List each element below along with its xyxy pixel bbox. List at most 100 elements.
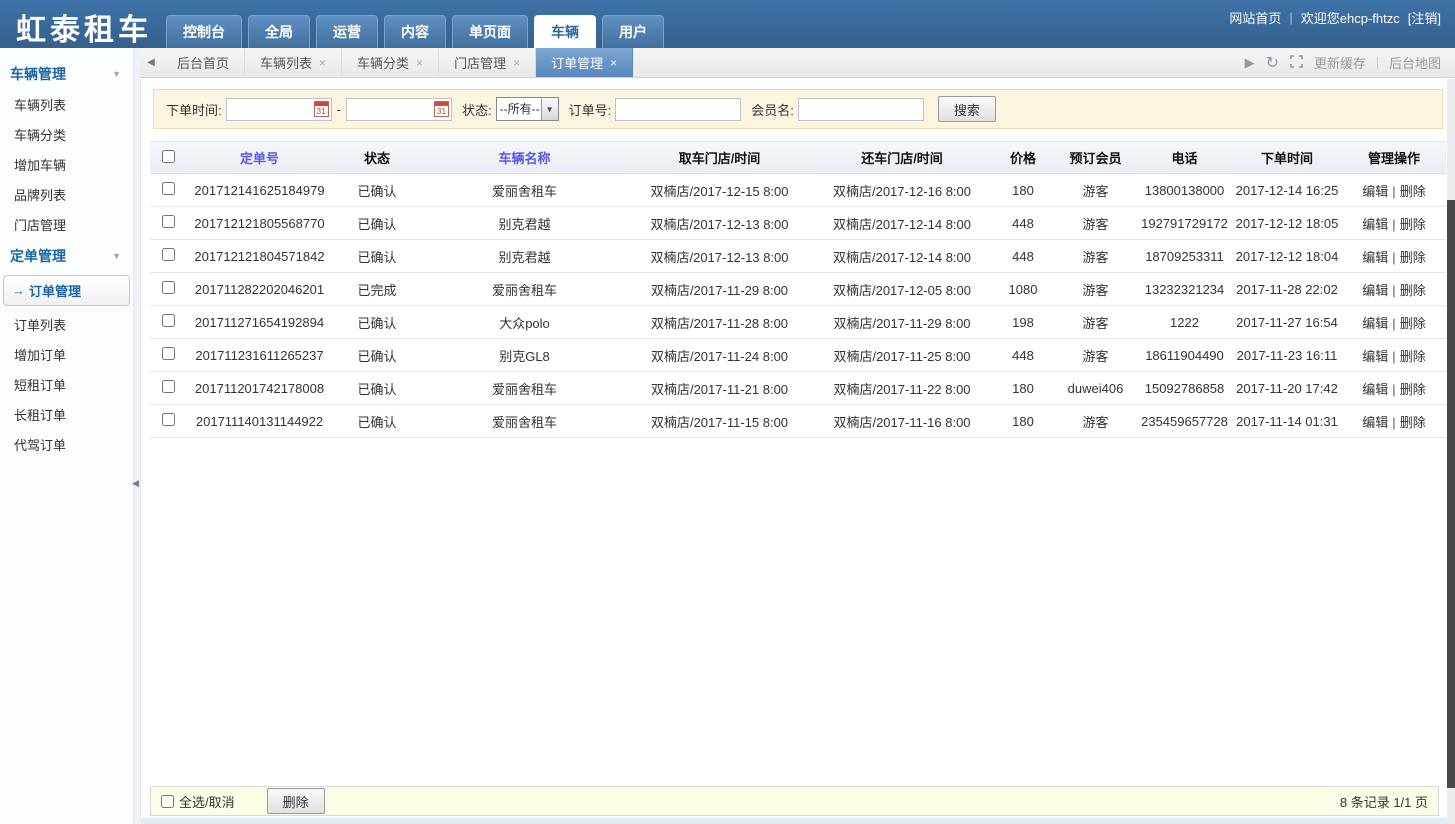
edit-link[interactable]: 编辑	[1362, 217, 1388, 232]
sidebar-item-0-0[interactable]: 车辆列表	[0, 90, 133, 120]
row-checkbox[interactable]	[162, 281, 175, 294]
delete-link[interactable]: 删除	[1400, 217, 1426, 232]
sidebar-item-1-3[interactable]: 短租订单	[0, 370, 133, 400]
tab-scroll-left-icon[interactable]: ◀	[140, 48, 162, 77]
logout-link[interactable]: [注销]	[1408, 8, 1441, 27]
header-checkbox[interactable]	[162, 150, 175, 163]
row-checkbox-cell	[150, 306, 187, 339]
cell-order_time: 2017-12-12 18:05	[1232, 207, 1342, 240]
chevron-down-icon[interactable]: ▼	[541, 98, 558, 120]
sidebar-item-label: 门店管理	[14, 218, 66, 233]
row-checkbox[interactable]	[162, 413, 175, 426]
cell-status: 已确认	[332, 405, 422, 438]
select-all-checkbox[interactable]	[161, 795, 174, 808]
scrollbar-thumb[interactable]	[1447, 200, 1455, 788]
row-checkbox[interactable]	[162, 215, 175, 228]
row-checkbox[interactable]	[162, 380, 175, 393]
edit-link[interactable]: 编辑	[1362, 316, 1388, 331]
close-icon[interactable]: ×	[319, 56, 326, 70]
sidebar-item-1-1[interactable]: 订单列表	[0, 310, 133, 340]
sitemap-link[interactable]: 后台地图	[1389, 53, 1441, 72]
sidebar-splitter[interactable]: ◀	[133, 48, 140, 824]
column-header-6: 预订会员	[1054, 142, 1137, 174]
search-button[interactable]: 搜索	[938, 96, 996, 122]
edit-link[interactable]: 编辑	[1362, 250, 1388, 265]
row-checkbox[interactable]	[162, 248, 175, 261]
open-tab-1[interactable]: 车辆列表×	[245, 48, 342, 77]
action-separator: |	[1388, 349, 1399, 364]
edit-link[interactable]: 编辑	[1362, 349, 1388, 364]
open-tab-0[interactable]: 后台首页	[162, 48, 245, 77]
welcome-text: 欢迎您ehcp-fhtzc	[1301, 8, 1400, 27]
delete-link[interactable]: 删除	[1400, 184, 1426, 199]
delete-link[interactable]: 删除	[1400, 283, 1426, 298]
sidebar-item-0-2[interactable]: 增加车辆	[0, 150, 133, 180]
delete-button[interactable]: 删除	[267, 788, 325, 814]
sidebar-item-0-3[interactable]: 品牌列表	[0, 180, 133, 210]
order-time-from-input[interactable]	[227, 100, 314, 119]
filter-bar: 下单时间: - 状态: --所有-- ▼ 订单号: 会员名: 搜索	[153, 89, 1443, 129]
row-actions: 编辑|删除	[1342, 372, 1446, 405]
fullscreen-icon[interactable]	[1290, 55, 1303, 71]
row-checkbox[interactable]	[162, 182, 175, 195]
nav-tab-0[interactable]: 控制台	[166, 15, 242, 48]
row-checkbox[interactable]	[162, 314, 175, 327]
column-header-2[interactable]: 车辆名称	[422, 142, 627, 174]
member-input[interactable]	[798, 98, 924, 121]
nav-tab-5[interactable]: 车辆	[534, 15, 596, 48]
status-select[interactable]: --所有-- ▼	[496, 97, 559, 121]
admin-page: 虹泰租车 控制台全局运营内容单页面车辆用户 网站首页 | 欢迎您ehcp-fht…	[0, 0, 1455, 824]
edit-link[interactable]: 编辑	[1362, 415, 1388, 430]
row-checkbox-cell	[150, 207, 187, 240]
sidebar-item-0-1[interactable]: 车辆分类	[0, 120, 133, 150]
open-tab-2[interactable]: 车辆分类×	[342, 48, 439, 77]
delete-link[interactable]: 删除	[1400, 316, 1426, 331]
sidebar-group-0[interactable]: 车辆管理▼	[0, 58, 133, 90]
close-icon[interactable]: ×	[610, 56, 617, 70]
nav-tab-6[interactable]: 用户	[602, 15, 664, 48]
open-tab-label: 门店管理	[454, 53, 506, 72]
nav-tab-3[interactable]: 内容	[384, 15, 446, 48]
cell-price: 448	[992, 207, 1054, 240]
calendar-icon[interactable]	[434, 101, 449, 117]
sidebar-item-0-4[interactable]: 门店管理	[0, 210, 133, 240]
tab-scroll-right-icon[interactable]: ▶	[1245, 55, 1255, 71]
open-tab-3[interactable]: 门店管理 ×	[439, 48, 536, 77]
nav-tab-4[interactable]: 单页面	[452, 15, 528, 48]
sidebar-item-1-5[interactable]: 代驾订单	[0, 430, 133, 460]
table-header-row: 定单号状态车辆名称取车门店/时间还车门店/时间价格预订会员电话下单时间管理操作	[150, 142, 1446, 174]
close-icon[interactable]: ×	[416, 56, 423, 70]
refresh-cache-link[interactable]: 更新缓存	[1314, 53, 1366, 72]
cell-dropoff: 双楠店/2017-12-14 8:00	[812, 240, 992, 273]
sidebar-item-1-0[interactable]: →订单管理	[3, 275, 130, 306]
select-all-control[interactable]: 全选/取消	[161, 792, 235, 811]
column-header-0[interactable]: 定单号	[187, 142, 332, 174]
order-time-to-input[interactable]	[347, 100, 434, 119]
cell-dropoff: 双楠店/2017-11-25 8:00	[812, 339, 992, 372]
delete-link[interactable]: 删除	[1400, 250, 1426, 265]
sidebar-item-1-4[interactable]: 长租订单	[0, 400, 133, 430]
delete-link[interactable]: 删除	[1400, 382, 1426, 397]
sidebar-item-label: 品牌列表	[14, 188, 66, 203]
edit-link[interactable]: 编辑	[1362, 382, 1388, 397]
sidebar-group-1[interactable]: 定单管理▼	[0, 240, 133, 272]
edit-link[interactable]: 编辑	[1362, 283, 1388, 298]
scrollbar[interactable]	[1447, 79, 1455, 824]
order-no-input[interactable]	[615, 98, 741, 121]
refresh-icon[interactable]: ↻	[1266, 53, 1279, 73]
open-tab-4[interactable]: 订单管理×	[536, 48, 633, 77]
nav-tab-1[interactable]: 全局	[248, 15, 310, 48]
calendar-icon[interactable]	[314, 101, 329, 117]
delete-link[interactable]: 删除	[1400, 349, 1426, 364]
row-checkbox[interactable]	[162, 347, 175, 360]
header-links: 网站首页 | 欢迎您ehcp-fhtzc [注销]	[1229, 8, 1441, 27]
delete-link[interactable]: 删除	[1400, 415, 1426, 430]
cell-dropoff: 双楠店/2017-11-16 8:00	[812, 405, 992, 438]
site-home-link[interactable]: 网站首页	[1229, 8, 1281, 27]
action-separator: |	[1388, 415, 1399, 430]
collapse-sidebar-icon[interactable]: ◀	[132, 478, 139, 489]
sidebar-item-1-2[interactable]: 增加订单	[0, 340, 133, 370]
edit-link[interactable]: 编辑	[1362, 184, 1388, 199]
nav-tab-2[interactable]: 运营	[316, 15, 378, 48]
close-icon[interactable]: ×	[513, 56, 520, 70]
